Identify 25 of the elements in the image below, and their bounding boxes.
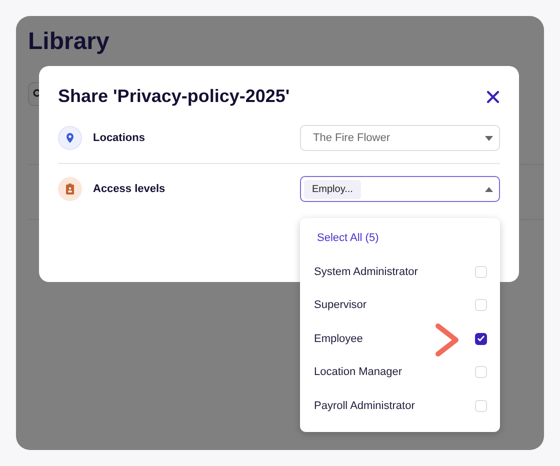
option-item[interactable]: Location Manager	[314, 356, 487, 389]
option-label: Payroll Administrator	[314, 400, 415, 412]
dialog-title: Share 'Privacy-policy-2025'	[58, 86, 290, 107]
option-item[interactable]: Payroll Administrator	[314, 389, 487, 422]
checkbox[interactable]	[475, 332, 487, 345]
option-label: Supervisor	[314, 299, 367, 312]
caret-up-icon	[485, 186, 493, 192]
option-item[interactable]: System Administrator	[314, 255, 487, 288]
selected-chip: Employ...	[304, 180, 361, 198]
badge-icon	[58, 177, 82, 201]
location-select[interactable]: The Fire Flower	[300, 125, 500, 151]
page-title: Library	[28, 28, 110, 56]
annotation-chevron	[434, 322, 460, 358]
access-level-select[interactable]: Employ...	[300, 176, 500, 202]
option-label: Location Manager	[314, 366, 402, 378]
option-label: System Administrator	[314, 266, 418, 278]
select-all-link[interactable]: Select All (5)	[317, 232, 379, 244]
field-label: Locations	[93, 132, 146, 144]
caret-down-icon	[485, 136, 493, 140]
field-label: Access levels	[93, 183, 166, 195]
close-icon[interactable]	[486, 90, 500, 104]
option-label: Employee	[314, 332, 363, 345]
option-item[interactable]: Supervisor	[314, 288, 487, 322]
location-pin-icon	[58, 126, 82, 150]
option-item[interactable]: Employee	[314, 322, 487, 356]
